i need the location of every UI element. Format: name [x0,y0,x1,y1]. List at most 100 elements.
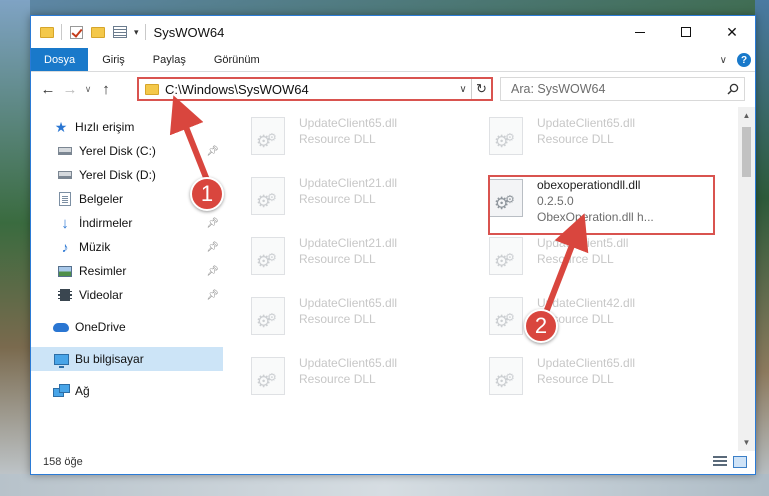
sidebar-item-network[interactable]: Ağ [31,379,223,403]
file-description: Resource DLL [299,192,376,206]
toolbar-dropdown-icon[interactable]: ▾ [134,27,139,38]
file-item[interactable]: UpdateClient42.dll Resource DLL [489,295,709,349]
dll-file-icon [489,357,523,395]
file-item[interactable]: UpdateClient5.dll Resource DLL [489,235,709,289]
disk-drive-icon [57,167,73,183]
window-controls: ✕ [617,16,755,48]
file-name: UpdateClient65.dll [537,116,636,130]
file-description: Resource DLL [537,132,614,146]
file-item[interactable]: UpdateClient65.dll Resource DLL [489,355,709,409]
dll-file-icon [251,297,285,335]
tiles-view-icon[interactable] [733,456,747,468]
sidebar-item-downloads[interactable]: ↓ İndirmeler 📌︎ [31,211,223,235]
tab-home[interactable]: Giriş [88,48,139,71]
forward-arrow-icon[interactable]: → [59,81,81,98]
sidebar-item-videos[interactable]: Videolar 📌︎ [31,283,223,307]
scroll-down-icon[interactable]: ▼ [738,434,755,451]
up-arrow-icon[interactable]: ↑ [95,81,117,98]
refresh-icon[interactable]: ↻ [471,79,491,99]
file-item[interactable]: UpdateClient65.dll Resource DLL [251,295,471,349]
sidebar-item-label: Bu bilgisayar [75,352,144,366]
details-view-icon[interactable] [713,456,727,468]
file-item[interactable]: UpdateClient65.dll Resource DLL [251,115,471,169]
sidebar-item-label: Belgeler [79,192,124,206]
scroll-up-icon[interactable]: ▲ [738,107,755,124]
highlight-annotation-box [488,175,715,235]
sidebar-item-this-pc[interactable]: Bu bilgisayar [31,347,223,371]
file-description: Resource DLL [537,372,614,386]
sidebar-item-onedrive[interactable]: OneDrive [31,315,223,339]
tab-share[interactable]: Paylaş [139,48,200,71]
back-arrow-icon[interactable]: ← [37,81,59,98]
desktop-background-right [755,0,769,496]
window-title: SysWOW64 [153,24,225,40]
dll-file-icon [251,177,285,215]
file-name: UpdateClient65.dll [537,356,636,370]
dll-file-icon [251,117,285,155]
tab-view[interactable]: Görünüm [200,48,274,71]
file-description: Resource DLL [299,312,376,326]
customize-toolbar-icon[interactable] [112,24,128,40]
file-name: UpdateClient42.dll [537,296,636,310]
search-box[interactable]: Ara: SysWOW64 [500,77,745,101]
toolbar-separator [61,24,62,40]
pictures-icon [57,263,73,279]
pin-icon[interactable]: 📌︎ [206,290,219,301]
file-item[interactable]: UpdateClient65.dll Resource DLL [489,115,709,169]
new-folder-icon[interactable] [90,24,106,40]
desktop-background-left [0,0,30,496]
maximize-icon [681,27,691,37]
search-icon[interactable] [722,83,744,95]
address-dropdown-icon[interactable]: ∨ [455,84,471,95]
close-icon: ✕ [726,23,738,40]
pin-icon[interactable]: 📌︎ [206,146,219,157]
dll-file-icon [251,357,285,395]
status-bar: 158 öğe [31,450,755,474]
tab-file[interactable]: Dosya [31,48,89,71]
vertical-scrollbar[interactable]: ▲ ▼ [738,107,755,451]
sidebar-item-label: Resimler [79,264,127,278]
close-button[interactable]: ✕ [709,16,755,48]
expand-ribbon-icon[interactable]: ∨ [720,55,727,66]
file-description: Resource DLL [537,252,614,266]
minimize-button[interactable] [617,16,663,48]
network-icon [53,383,70,399]
file-item[interactable]: UpdateClient21.dll Resource DLL [251,175,471,229]
sidebar-item-music[interactable]: ♪ Müzik 📌︎ [31,235,223,259]
sidebar-item-label: İndirmeler [79,216,133,230]
toolbar-separator [144,24,146,40]
help-icon[interactable]: ? [737,53,751,67]
recent-locations-chevron-icon[interactable]: ∨ [81,84,95,95]
file-name: UpdateClient65.dll [299,296,398,310]
maximize-button[interactable] [663,16,709,48]
callout-step-2: 2 [524,309,558,343]
sidebar-item-quick-access[interactable]: ★ Hızlı erişim [31,115,223,139]
address-bar[interactable]: C:\Windows\SysWOW64 ∨ ↻ [137,77,493,101]
callout-step-1: 1 [190,177,224,211]
sidebar-item-local-disk-c[interactable]: Yerel Disk (C:) 📌︎ [31,139,223,163]
folder-icon [145,83,159,95]
file-explorer-window: ▾ SysWOW64 ✕ Dosya Giriş Paylaş Görünüm … [30,15,756,475]
quick-access-toolbar: ▾ [31,24,146,40]
search-input[interactable]: Ara: SysWOW64 [511,82,722,96]
download-arrow-icon: ↓ [61,214,69,232]
sidebar-item-label: Yerel Disk (C:) [79,144,156,158]
properties-check-icon[interactable] [68,24,84,40]
computer-icon [53,351,69,368]
file-item[interactable]: UpdateClient65.dll Resource DLL [251,355,471,409]
pin-icon[interactable]: 📌︎ [206,242,219,253]
file-name: UpdateClient21.dll [299,176,398,190]
dll-file-icon [489,117,523,155]
address-path[interactable]: C:\Windows\SysWOW64 [165,82,455,97]
folder-icon [39,24,55,40]
file-name: UpdateClient65.dll [299,356,398,370]
pin-icon[interactable]: 📌︎ [206,218,219,229]
scrollbar-thumb[interactable] [742,127,751,177]
pin-icon[interactable]: 📌︎ [206,266,219,277]
file-name: UpdateClient21.dll [299,236,398,250]
sidebar-item-label: OneDrive [75,320,126,334]
file-item[interactable]: UpdateClient21.dll Resource DLL [251,235,471,289]
dll-file-icon [489,297,523,335]
sidebar-item-pictures[interactable]: Resimler 📌︎ [31,259,223,283]
minimize-icon [635,31,645,33]
